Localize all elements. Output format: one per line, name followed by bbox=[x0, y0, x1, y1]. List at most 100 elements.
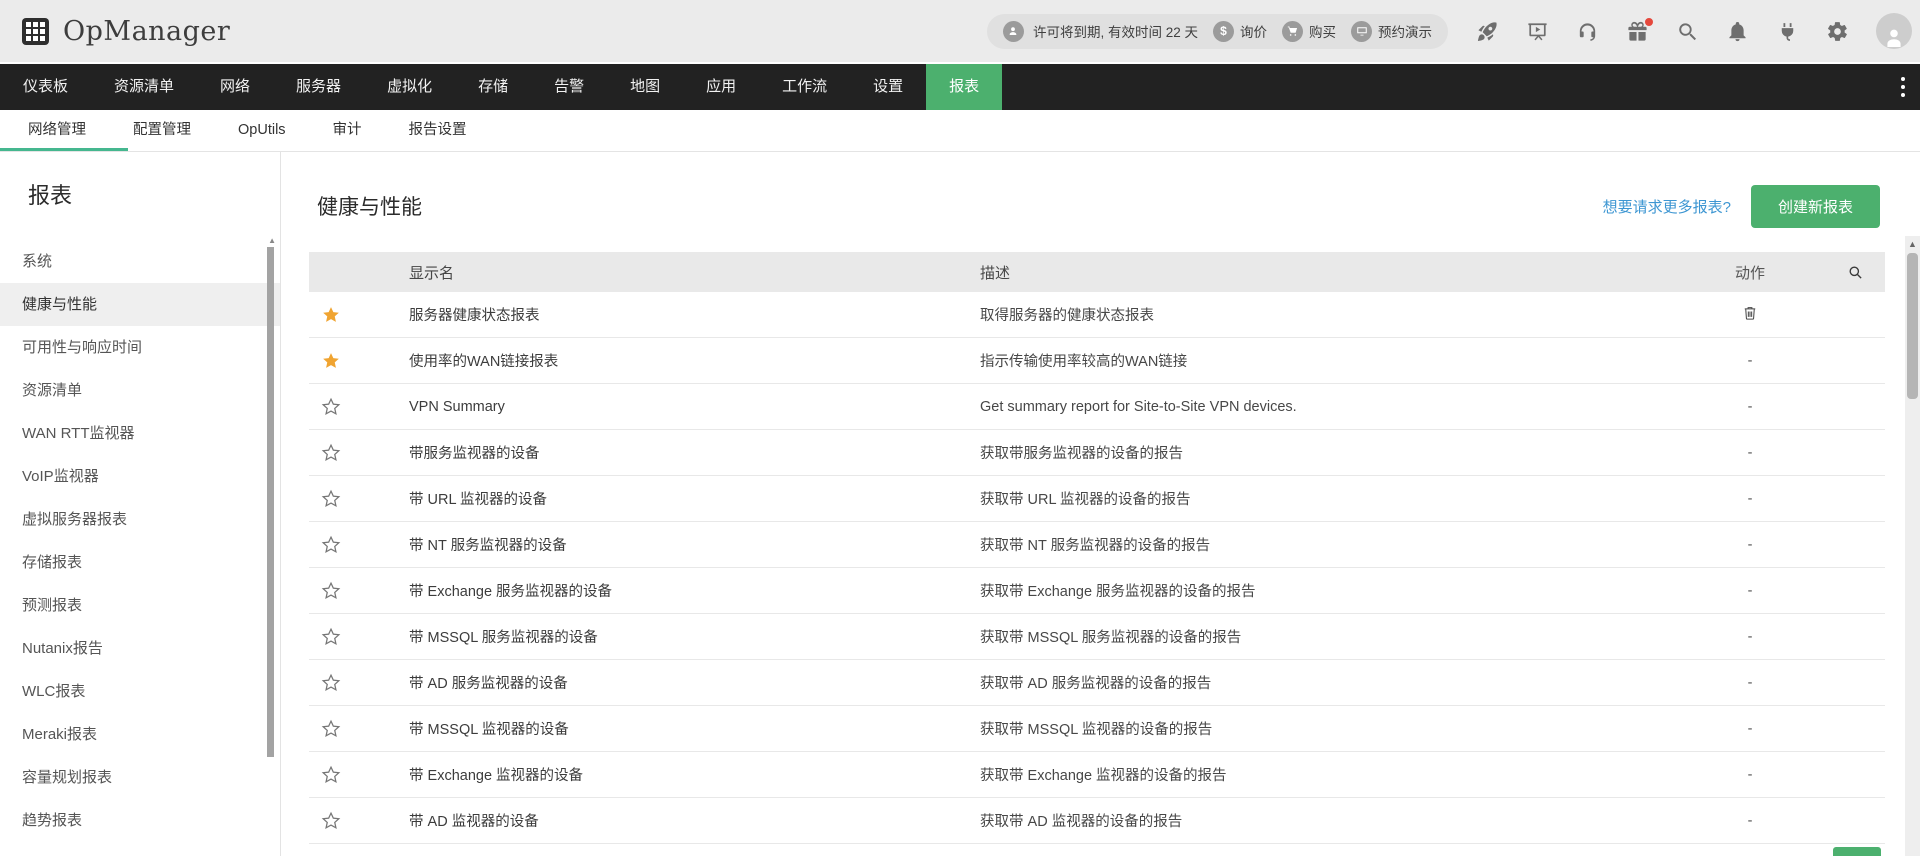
sidebar-item[interactable]: VoIP监视器 bbox=[0, 455, 280, 498]
star-icon[interactable] bbox=[321, 811, 341, 831]
gear-icon[interactable] bbox=[1826, 20, 1849, 43]
sidebar-item[interactable]: 预测报表 bbox=[0, 584, 280, 627]
table-row: 带 MSSQL 监视器的设备获取带 MSSQL 监视器的设备的报告- bbox=[309, 706, 1885, 752]
headset-icon[interactable] bbox=[1576, 20, 1599, 43]
table-search-icon[interactable] bbox=[1846, 263, 1865, 282]
license-pill: 许可将到期, 有效时间 22 天 $询价购买预约演示 bbox=[987, 14, 1448, 49]
demo-button[interactable]: 预约演示 bbox=[1351, 21, 1432, 42]
request-more-reports-link[interactable]: 想要请求更多报表? bbox=[1603, 196, 1731, 217]
report-name[interactable]: 带 MSSQL 监视器的设备 bbox=[409, 722, 569, 738]
subtab[interactable]: 配置管理 bbox=[133, 110, 191, 151]
nav-item[interactable]: 告警 bbox=[531, 64, 607, 110]
star-icon[interactable] bbox=[321, 673, 341, 693]
nav-item[interactable]: 应用 bbox=[683, 64, 759, 110]
report-description: 获取带 AD 服务监视器的设备的报告 bbox=[972, 672, 1675, 693]
nav-item[interactable]: 网络 bbox=[197, 64, 273, 110]
table-row: 带 MSSQL 服务监视器的设备获取带 MSSQL 服务监视器的设备的报告- bbox=[309, 614, 1885, 660]
table-row: 带 AD 服务监视器的设备 获取带 AD 服务监视器的设备的报告 - bbox=[309, 660, 1885, 706]
star-icon[interactable] bbox=[321, 443, 341, 463]
report-name[interactable]: 带 MSSQL 服务监视器的设备 bbox=[409, 630, 598, 646]
sidebar-title: 报表 bbox=[0, 152, 280, 240]
no-action-placeholder: - bbox=[1748, 813, 1753, 829]
user-avatar[interactable] bbox=[1876, 13, 1912, 49]
nav-item[interactable]: 设置 bbox=[850, 64, 926, 110]
star-icon[interactable] bbox=[321, 719, 341, 739]
nav-item[interactable]: 报表 bbox=[926, 64, 1002, 110]
star-icon[interactable] bbox=[321, 489, 341, 509]
nav-item[interactable]: 服务器 bbox=[273, 64, 364, 110]
report-description: 指示传输使用率较高的WAN链接 bbox=[972, 350, 1675, 371]
report-name[interactable]: 带 Exchange 监视器的设备 bbox=[409, 768, 583, 784]
apps-grid-icon[interactable] bbox=[22, 18, 49, 45]
buy-button[interactable]: 购买 bbox=[1282, 21, 1336, 42]
page-title: 健康与性能 bbox=[317, 191, 422, 221]
report-name[interactable]: 使用率的WAN链接报表 bbox=[409, 354, 558, 370]
subtab[interactable]: 审计 bbox=[333, 110, 362, 151]
star-icon[interactable] bbox=[321, 765, 341, 785]
sidebar-item[interactable]: 资源清单 bbox=[0, 369, 280, 412]
report-name[interactable]: 服务器健康状态报表 bbox=[409, 308, 540, 324]
report-name[interactable]: VPN Summary bbox=[409, 399, 505, 415]
reports-table: 显示名 描述 动作 服务器健康状态报表取得服务器的健康状态报表使用率的WAN链接… bbox=[309, 252, 1885, 844]
nav-item[interactable]: 资源清单 bbox=[91, 64, 197, 110]
report-description: 获取带 Exchange 监视器的设备的报告 bbox=[972, 764, 1675, 785]
subtab[interactable]: OpUtils bbox=[238, 110, 286, 151]
nav-item[interactable]: 虚拟化 bbox=[364, 64, 455, 110]
subtab[interactable]: 报告设置 bbox=[409, 110, 467, 151]
sidebar-item[interactable]: 容量规划报表 bbox=[0, 756, 280, 799]
demo-screen-icon bbox=[1351, 21, 1372, 42]
sidebar-item[interactable]: 系统 bbox=[0, 240, 280, 283]
page-scrollbar-thumb[interactable] bbox=[1907, 253, 1918, 399]
topbar-right: 许可将到期, 有效时间 22 天 $询价购买预约演示 bbox=[987, 13, 1920, 49]
star-icon[interactable] bbox=[321, 305, 341, 325]
sidebar-item[interactable]: 虚拟服务器报表 bbox=[0, 498, 280, 541]
report-description: 取得服务器的健康状态报表 bbox=[972, 304, 1675, 325]
sidebar-item[interactable]: 健康与性能 bbox=[0, 283, 280, 326]
report-name[interactable]: 带服务监视器的设备 bbox=[409, 446, 540, 462]
table-row: VPN Summary Get summary report for Site-t… bbox=[309, 384, 1885, 430]
sidebar-scroll-up-arrow[interactable]: ▲ bbox=[268, 236, 276, 245]
sidebar-item[interactable]: WLC报表 bbox=[0, 670, 280, 713]
nav-item[interactable]: 仪表板 bbox=[0, 64, 91, 110]
report-description: 获取带 URL 监视器的设备的报告 bbox=[972, 488, 1675, 509]
report-name[interactable]: 带 Exchange 服务监视器的设备 bbox=[409, 584, 612, 600]
presentation-icon[interactable] bbox=[1526, 20, 1549, 43]
nav-item[interactable]: 工作流 bbox=[759, 64, 850, 110]
report-description: Get summary report for Site-to-Site VPN … bbox=[972, 399, 1675, 415]
star-icon[interactable] bbox=[321, 627, 341, 647]
no-action-placeholder: - bbox=[1748, 675, 1753, 691]
notification-badge bbox=[1645, 18, 1653, 26]
quote-button[interactable]: $询价 bbox=[1213, 21, 1267, 42]
star-icon[interactable] bbox=[321, 581, 341, 601]
no-action-placeholder: - bbox=[1748, 721, 1753, 737]
sidebar-item[interactable]: 存储报表 bbox=[0, 541, 280, 584]
more-menu-button[interactable] bbox=[1886, 64, 1920, 110]
star-icon[interactable] bbox=[321, 351, 341, 371]
create-report-button[interactable]: 创建新报表 bbox=[1751, 185, 1880, 228]
star-icon[interactable] bbox=[321, 535, 341, 555]
search-icon[interactable] bbox=[1676, 20, 1699, 43]
sidebar-item[interactable]: Meraki报表 bbox=[0, 713, 280, 756]
sidebar-item[interactable]: 趋势报表 bbox=[0, 799, 280, 842]
report-name[interactable]: 带 URL 监视器的设备 bbox=[409, 492, 547, 508]
nav-item[interactable]: 地图 bbox=[607, 64, 683, 110]
bell-icon[interactable] bbox=[1726, 20, 1749, 43]
page-scrollbar[interactable]: ▲ bbox=[1905, 236, 1920, 856]
nav-item[interactable]: 存储 bbox=[455, 64, 531, 110]
floating-button-partial[interactable] bbox=[1833, 847, 1881, 856]
report-name[interactable]: 带 AD 服务监视器的设备 bbox=[409, 676, 568, 692]
sidebar-item[interactable]: 可用性与响应时间 bbox=[0, 326, 280, 369]
sidebar-item[interactable]: WAN RTT监视器 bbox=[0, 412, 280, 455]
plug-icon[interactable] bbox=[1776, 20, 1799, 43]
rocket-icon[interactable] bbox=[1476, 20, 1499, 43]
report-name[interactable]: 带 AD 监视器的设备 bbox=[409, 814, 539, 830]
page-scroll-up-arrow[interactable]: ▲ bbox=[1905, 236, 1920, 249]
report-name[interactable]: 带 NT 服务监视器的设备 bbox=[409, 538, 567, 554]
subtab[interactable]: 网络管理 bbox=[28, 110, 86, 151]
no-action-placeholder: - bbox=[1748, 399, 1753, 415]
delete-report-button[interactable] bbox=[1741, 304, 1759, 322]
sidebar-scrollbar-thumb[interactable] bbox=[267, 247, 274, 757]
sidebar-item[interactable]: Nutanix报告 bbox=[0, 627, 280, 670]
gift-icon[interactable] bbox=[1626, 20, 1649, 43]
star-icon[interactable] bbox=[321, 397, 341, 417]
